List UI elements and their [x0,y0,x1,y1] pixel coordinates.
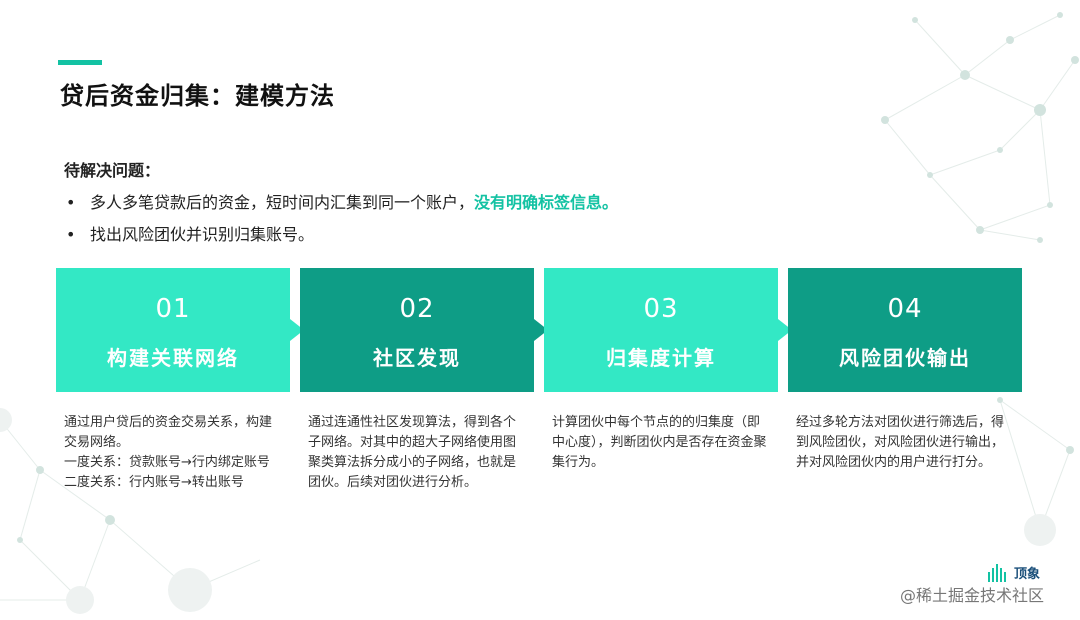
description-line: 经过多轮方法对团伙进行筛选后，得到风险团伙，对风险团伙进行输出，并对风险团伙内的… [796,415,1005,470]
company-logo: 顶象 [988,563,1040,582]
step-name: 构建关联网络 [107,346,239,370]
step-2-description: 通过连通性社区发现算法，得到各个子网络。对其中的超大子网络使用图聚类算法拆分成小… [308,413,526,493]
step-3-box: 03 归集度计算 [544,268,778,392]
step-2-box: 02 社区发现 [300,268,534,392]
logo-text: 顶象 [1014,567,1041,582]
step-number: 01 [155,294,191,324]
description-line: 计算团伙中每个节点的的归集度（即中心度），判断团伙内是否存在资金聚集行为。 [552,415,767,470]
bullet-dot: • [66,193,76,212]
watermark-text: @稀土掘金技术社区 [900,586,1045,605]
problem-heading: 待解决问题： [64,161,161,180]
step-4-box: 04 风险团伙输出 [788,268,1022,392]
logo-bars-icon [988,563,1006,582]
bullet-text: 多人多笔贷款后的资金，短时间内汇集到同一个账户， [90,193,475,212]
step-name: 归集度计算 [606,346,716,370]
title-accent-bar [58,60,102,65]
step-number: 02 [399,294,435,324]
step-number: 04 [887,294,923,324]
step-1-description: 通过用户贷后的资金交易关系，构建交易网络。 一度关系：贷款账号→行内绑定账号 二… [64,413,282,493]
bullet-item-2: • 找出风险团伙并识别归集账号。 [66,221,314,245]
page-title: 贷后资金归集：建模方法 [60,82,335,110]
bullet-dot: • [66,225,76,244]
description-line: 通过用户贷后的资金交易关系，构建交易网络。 [64,415,273,450]
step-name: 社区发现 [373,346,461,370]
step-number: 03 [643,294,679,324]
description-line: 一度关系：贷款账号→行内绑定账号 [64,455,270,470]
step-1-box: 01 构建关联网络 [56,268,290,392]
bullet-item-1: • 多人多笔贷款后的资金，短时间内汇集到同一个账户，没有明确标签信息。 [66,189,618,213]
step-3-description: 计算团伙中每个节点的的归集度（即中心度），判断团伙内是否存在资金聚集行为。 [552,413,770,473]
bullet-highlight: 没有明确标签信息。 [474,193,619,212]
description-line: 二度关系：行内账号→转出账号 [64,475,244,490]
description-line: 通过连通性社区发现算法，得到各个子网络。对其中的超大子网络使用图聚类算法拆分成小… [308,415,517,490]
step-name: 风险团伙输出 [839,346,971,370]
bullet-text: 找出风险团伙并识别归集账号。 [90,225,315,244]
step-4-description: 经过多轮方法对团伙进行筛选后，得到风险团伙，对风险团伙进行输出，并对风险团伙内的… [796,413,1014,473]
